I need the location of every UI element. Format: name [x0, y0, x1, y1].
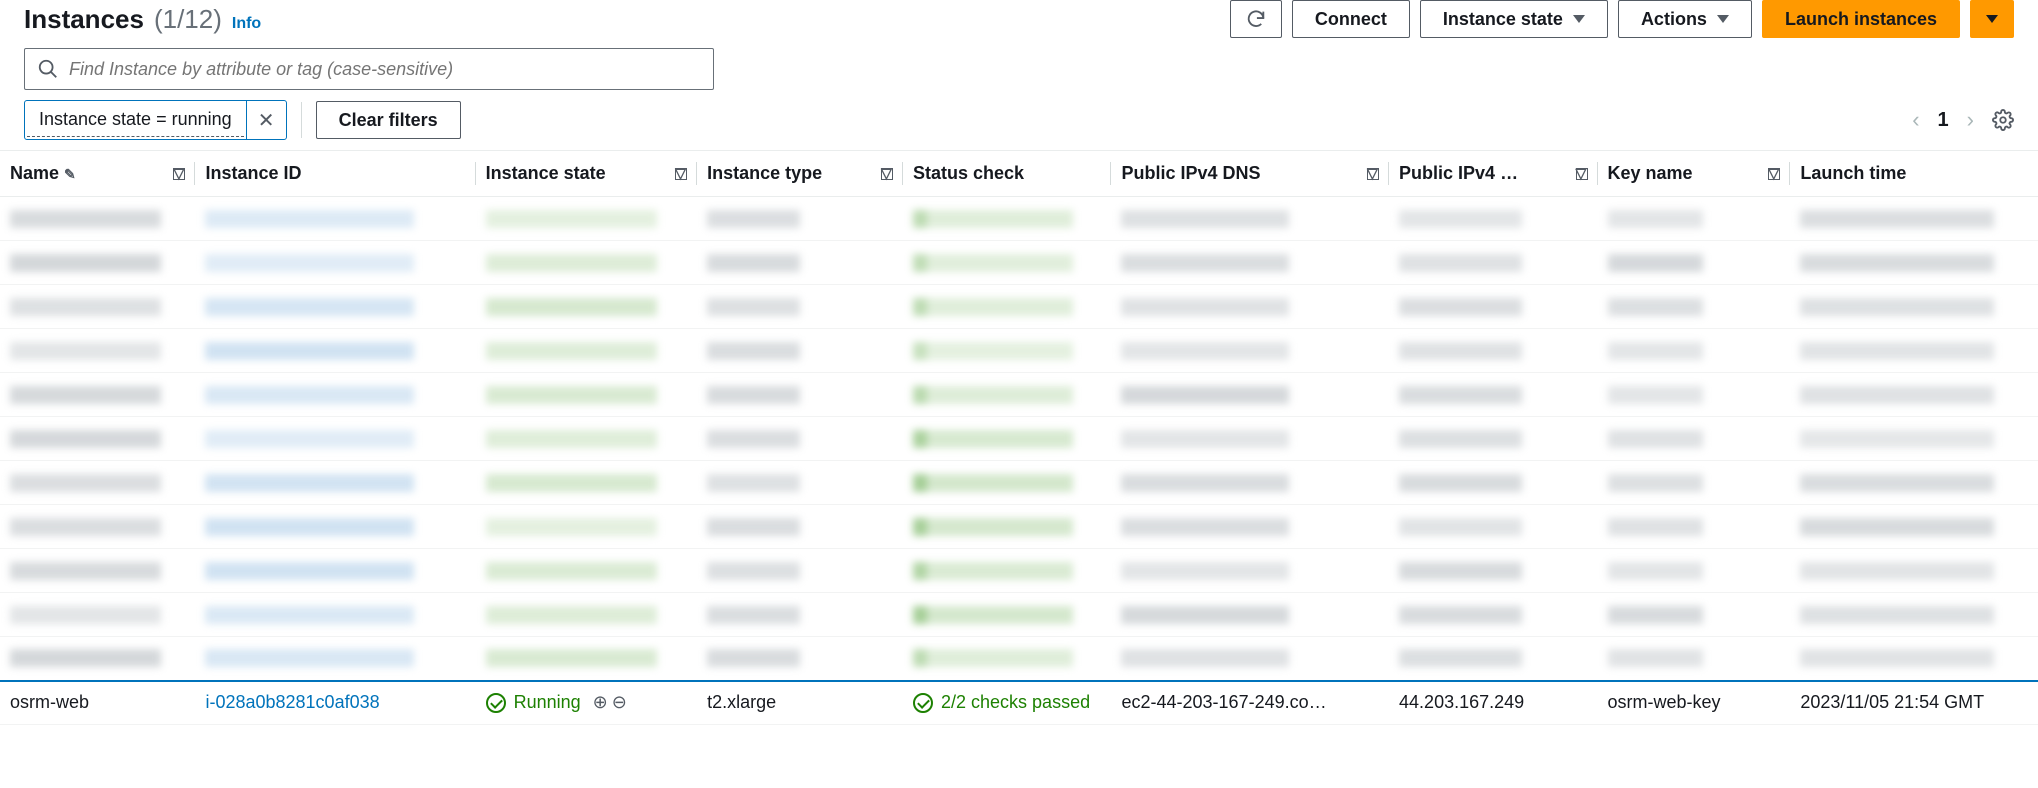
info-link[interactable]: Info	[232, 15, 261, 33]
filter-chip-label: Instance state = running	[27, 103, 244, 137]
table-row-redacted	[0, 637, 2038, 681]
pagination: ‹ 1 ›	[1912, 107, 2014, 133]
page-title: Instances	[24, 4, 144, 35]
sort-icon[interactable]	[173, 168, 185, 180]
chevron-down-icon	[1573, 15, 1585, 23]
actions-menu[interactable]: Actions	[1618, 0, 1752, 38]
sort-icon[interactable]	[881, 168, 893, 180]
cell-key-name: osrm-web-key	[1598, 681, 1791, 725]
col-key-name-label: Key name	[1608, 163, 1693, 184]
pagination-next[interactable]: ›	[1967, 107, 1974, 133]
cell-public-ip: 44.203.167.249	[1389, 681, 1597, 725]
actions-label: Actions	[1641, 9, 1707, 30]
col-public-dns[interactable]: Public IPv4 DNS	[1111, 151, 1389, 197]
col-instance-id[interactable]: Instance ID	[195, 151, 475, 197]
pagination-prev[interactable]: ‹	[1912, 107, 1919, 133]
search-icon	[37, 58, 59, 80]
pencil-icon[interactable]: ✎	[64, 166, 76, 182]
pagination-page: 1	[1938, 109, 1949, 132]
table-row-redacted	[0, 241, 2038, 285]
col-key-name[interactable]: Key name	[1598, 151, 1791, 197]
cell-launch-time: 2023/11/05 21:54 GMT	[1790, 681, 2038, 725]
col-public-dns-label: Public IPv4 DNS	[1121, 163, 1260, 184]
sort-icon[interactable]	[1367, 168, 1379, 180]
col-status-check-label: Status check	[913, 163, 1024, 184]
search-input-wrap[interactable]	[24, 48, 714, 90]
connect-button[interactable]: Connect	[1292, 0, 1410, 38]
chevron-down-icon	[1986, 15, 1998, 23]
col-public-ip-label: Public IPv4 …	[1399, 163, 1518, 184]
col-instance-id-label: Instance ID	[205, 163, 301, 184]
refresh-icon	[1245, 8, 1267, 30]
filter-chip-instance-state[interactable]: Instance state = running ✕	[24, 100, 287, 140]
check-circle-icon	[486, 693, 506, 713]
launch-instances-caret[interactable]	[1970, 0, 2014, 38]
col-instance-type-label: Instance type	[707, 163, 822, 184]
zoom-in-icon[interactable]: ⊕	[593, 692, 608, 713]
col-name[interactable]: Name ✎	[0, 151, 195, 197]
cell-status-check: 2/2 checks passed	[903, 681, 1111, 725]
table-row-redacted	[0, 329, 2038, 373]
sort-icon[interactable]	[675, 168, 687, 180]
instances-table: Name ✎ Instance ID Instance state Instan…	[0, 150, 2038, 725]
instance-count: (1/12)	[154, 4, 222, 35]
table-row[interactable]: osrm-web i-028a0b8281c0af038 Running ⊕ ⊖…	[0, 681, 2038, 725]
check-circle-icon	[913, 693, 933, 713]
col-name-label: Name	[10, 163, 59, 183]
col-instance-state-label: Instance state	[486, 163, 606, 184]
zoom-out-icon[interactable]: ⊖	[612, 692, 627, 713]
table-row-redacted	[0, 285, 2038, 329]
chevron-down-icon	[1717, 15, 1729, 23]
table-row-redacted	[0, 461, 2038, 505]
col-launch-time[interactable]: Launch time	[1790, 151, 2038, 197]
table-row-redacted	[0, 197, 2038, 241]
divider	[301, 102, 302, 138]
cell-public-dns: ec2-44-203-167-249.co…	[1111, 681, 1389, 725]
search-input[interactable]	[69, 59, 701, 80]
sort-icon[interactable]	[1576, 168, 1588, 180]
instance-state-menu[interactable]: Instance state	[1420, 0, 1608, 38]
clear-filters-button[interactable]: Clear filters	[316, 101, 461, 139]
table-header-row: Name ✎ Instance ID Instance state Instan…	[0, 151, 2038, 197]
launch-instances-button[interactable]: Launch instances	[1762, 0, 1960, 38]
refresh-button[interactable]	[1230, 0, 1282, 38]
table-row-redacted	[0, 505, 2038, 549]
sort-icon[interactable]	[1768, 168, 1780, 180]
gear-icon[interactable]	[1992, 109, 2014, 131]
cell-instance-type: t2.xlarge	[697, 681, 903, 725]
table-row-redacted	[0, 549, 2038, 593]
col-public-ip[interactable]: Public IPv4 …	[1389, 151, 1597, 197]
col-instance-type[interactable]: Instance type	[697, 151, 903, 197]
col-launch-time-label: Launch time	[1800, 163, 1906, 184]
table-row-redacted	[0, 593, 2038, 637]
table-row-redacted	[0, 373, 2038, 417]
instance-state-label: Instance state	[1443, 9, 1563, 30]
cell-name: osrm-web	[0, 681, 195, 725]
table-row-redacted	[0, 417, 2038, 461]
col-status-check[interactable]: Status check	[903, 151, 1111, 197]
col-instance-state[interactable]: Instance state	[476, 151, 698, 197]
cell-instance-id[interactable]: i-028a0b8281c0af038	[195, 681, 475, 725]
cell-instance-state: Running ⊕ ⊖	[476, 681, 698, 725]
remove-filter-icon[interactable]: ✕	[246, 101, 286, 139]
